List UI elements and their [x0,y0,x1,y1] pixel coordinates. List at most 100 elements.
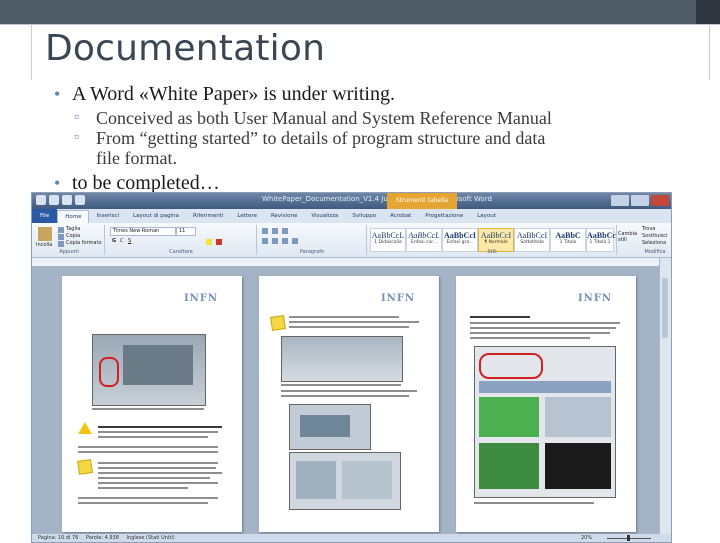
figure-status-panel [479,397,539,437]
text-line [78,446,218,448]
screenshot-figure [281,336,403,382]
bullets-icon[interactable] [262,228,268,234]
font-name-select[interactable]: Times New Roman [110,227,176,236]
text-line [281,390,417,392]
text-line [470,332,610,334]
font-group: Times New Roman 11 G C S Carattere [106,225,257,255]
justify-icon[interactable] [292,238,298,244]
style-name: Enfasi gra... [446,240,474,245]
numbering-icon[interactable] [272,228,278,234]
select-button[interactable]: Seleziona [642,240,666,246]
figure-panel [342,461,392,499]
text-line [98,436,208,438]
maximize-button[interactable] [631,195,649,206]
tab-visualizza[interactable]: Visualizza [304,213,345,219]
screenshot-figure [92,334,206,406]
replace-button[interactable]: Sostituisci [642,233,667,239]
save-icon[interactable] [49,195,59,205]
page-heading-line [470,316,530,318]
figure-panel [545,397,611,437]
tab-home[interactable]: Home [57,209,90,223]
tab-inserisci[interactable]: Inserisci [89,213,126,219]
style-sample: AaBbCcI [480,231,512,240]
page-count[interactable]: Pagina: 10 di 76 [38,535,78,541]
text-line [281,395,409,397]
text-line [474,502,594,504]
underline-button[interactable]: S [128,238,131,244]
tab-riferimenti[interactable]: Riferimenti [186,213,230,219]
change-styles-button[interactable]: Cambia stili [618,231,638,243]
style-sample: AaBbCcI [516,231,548,240]
tab-layout-pagina[interactable]: Layout di pagina [126,213,186,219]
format-painter-icon [58,241,64,247]
paragraph-group-label: Paragrafo [299,249,325,255]
close-button[interactable] [651,195,669,206]
text-line [92,408,204,410]
multilevel-list-icon[interactable] [282,228,288,234]
language-status[interactable]: Inglese (Stati Uniti) [127,535,175,541]
screenshot-figure [289,452,401,510]
minimize-button[interactable] [611,195,629,206]
align-center-icon[interactable] [272,238,278,244]
style-name: Sottotitolo [520,240,544,245]
style-sample: AaBbC [555,231,581,240]
sub-bullet-item: Conceived as both User Manual and System… [48,108,708,128]
text-line [289,326,409,328]
paste-button-label[interactable]: Incolla [36,242,52,248]
scroll-thumb[interactable] [662,278,668,338]
text-line [98,482,218,484]
paste-icon[interactable] [38,227,52,241]
cut-icon [58,227,64,233]
text-line [289,321,419,323]
format-painter-button[interactable]: Copia formato [66,240,102,246]
tab-acrobat[interactable]: Acrobat [383,213,418,219]
copy-button[interactable]: Copia [66,233,80,239]
tab-lettere[interactable]: Lettere [230,213,264,219]
style-sample: AaBbCcL [371,231,405,240]
bold-button[interactable]: G [112,238,116,244]
tab-sviluppo[interactable]: Sviluppo [345,213,383,219]
text-line [98,487,188,489]
warning-icon [78,422,92,434]
tab-layout[interactable]: Layout [470,213,503,219]
word-app-icon [36,195,46,205]
font-size-select[interactable]: 11 [176,227,196,236]
styles-group: AaBbCcL 1 Didascalia AaBbCcL Enfasi cor...… [368,225,617,255]
text-line [470,337,590,339]
style-name: 1 Didascalia [374,240,402,245]
infn-logo: INFN [381,286,423,310]
align-right-icon[interactable] [282,238,288,244]
italic-button[interactable]: C [120,238,124,244]
document-area[interactable]: INFN INFN INFN [32,266,660,534]
highlight-icon[interactable] [206,239,212,245]
zoom-slider[interactable]: 20% [581,535,657,541]
tab-progettazione[interactable]: Progettazione [418,213,470,219]
title-frame-right [709,24,710,80]
align-left-icon[interactable] [262,238,268,244]
highlight-circle [99,357,119,387]
undo-icon[interactable] [62,195,72,205]
font-color-icon[interactable] [216,239,222,245]
infn-logo: INFN [184,286,226,310]
contextual-tab-header: Strumenti tabella [387,193,457,209]
tab-revisione[interactable]: Revisione [264,213,304,219]
style-name: ¶ Normale [484,240,508,245]
window-title: WhitePaper_Documentation_V1.4 July 2012.… [262,195,492,203]
highlight-circle [479,353,543,379]
title-frame-left [31,24,32,80]
word-count[interactable]: Parole: 4.938 [86,535,119,541]
cut-button[interactable]: Taglia [66,226,80,232]
infn-logo: INFN [578,286,620,310]
word-title-bar: WhitePaper_Documentation_V1.4 July 2012.… [32,193,671,209]
text-line [98,467,216,469]
text-line [98,472,222,474]
title-frame-line [0,24,720,25]
screenshot-figure [474,346,616,498]
tab-file[interactable]: File [32,209,58,223]
redo-icon[interactable] [75,195,85,205]
find-button[interactable]: Trova [642,226,655,232]
vertical-scrollbar[interactable] [659,258,671,534]
zoom-level: 20% [581,535,593,541]
bullet-list: A Word «White Paper» is under writing. C… [48,82,708,197]
zoom-knob[interactable] [627,535,630,541]
